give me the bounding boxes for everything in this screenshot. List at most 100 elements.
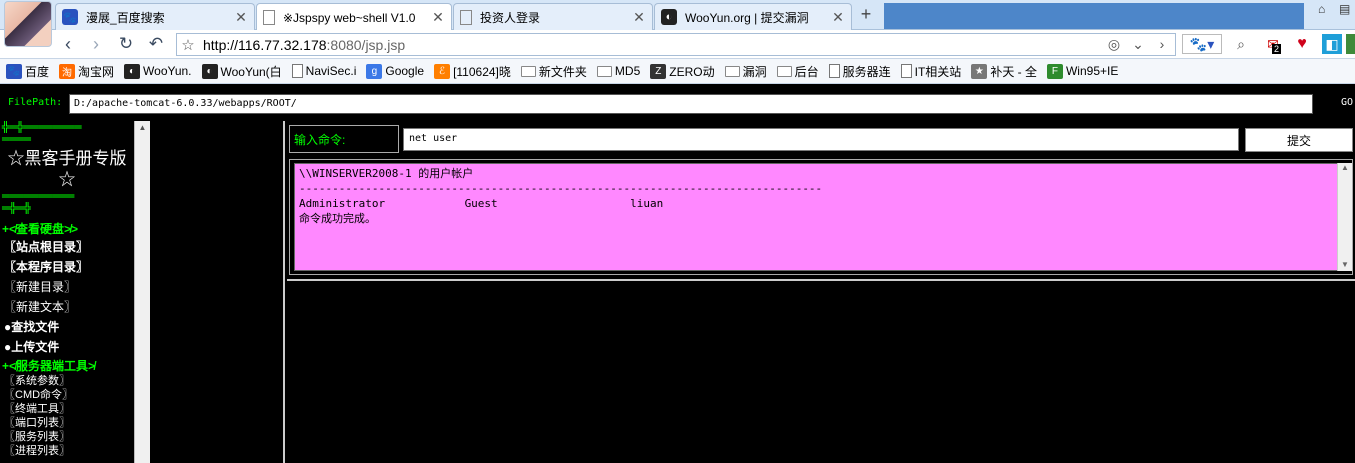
undo-button[interactable]: ↶ bbox=[144, 32, 168, 56]
sidebar-deco-bottom: ══════════ bbox=[2, 190, 75, 202]
command-input[interactable]: net user bbox=[403, 128, 1239, 151]
sidebar-scrollbar[interactable]: ▲ bbox=[134, 121, 150, 463]
tab-wooyun[interactable]: ◐ WooYun.org | 提交漏洞 ✕ bbox=[654, 3, 852, 30]
bookmark-label: 服务器连 bbox=[842, 64, 891, 79]
close-tab-icon[interactable]: ✕ bbox=[632, 9, 646, 26]
bookmark-label: Win95+IE bbox=[1065, 64, 1119, 78]
f-icon: F bbox=[1046, 63, 1063, 79]
output-line: Administrator Guest liuan bbox=[299, 197, 664, 210]
bookmark-label: IT相关站 bbox=[914, 64, 962, 79]
bookmark-google[interactable]: g Google bbox=[366, 63, 424, 79]
bookmark-label: 淘宝网 bbox=[78, 64, 115, 79]
tab-baidu-search[interactable]: 🐾 漫展_百度搜索 ✕ bbox=[55, 3, 255, 30]
sidebar-item-ports[interactable]: 〖端口列表〗 bbox=[0, 416, 149, 430]
chevron-down-icon[interactable]: ⌄ bbox=[1128, 34, 1148, 54]
folder-icon bbox=[776, 65, 792, 77]
scroll-down-icon[interactable]: ▼ bbox=[1338, 260, 1352, 269]
bookmark-backend[interactable]: 后台 bbox=[776, 63, 819, 80]
chevron-right-icon[interactable]: › bbox=[1152, 34, 1172, 54]
notification-count: 2 bbox=[1272, 44, 1282, 54]
sidebar-item-upload-file[interactable]: ●上传文件 bbox=[0, 337, 149, 357]
sidebar-deco-top: ╬═╬════════ bbox=[2, 121, 82, 133]
bookmark-md5[interactable]: MD5 bbox=[596, 64, 640, 78]
scroll-up-icon[interactable]: ▲ bbox=[1338, 163, 1352, 172]
bookmark-110624[interactable]: ℰ [110624]晓 bbox=[434, 63, 511, 80]
tab-title: 投资人登录 bbox=[480, 10, 541, 25]
user-avatar[interactable] bbox=[4, 1, 52, 47]
command-output[interactable]: \\WINSERVER2008-1 的用户帐户 -----------------… bbox=[294, 163, 1338, 271]
bookmark-label: 后台 bbox=[794, 64, 819, 79]
bookmark-taobao[interactable]: 淘淘宝网 bbox=[59, 63, 114, 80]
bookmark-vuln[interactable]: 漏洞 bbox=[724, 63, 767, 80]
sidebar-item-site-root[interactable]: 〖站点根目录〗 bbox=[0, 237, 149, 257]
refresh-button[interactable]: ↻ bbox=[114, 32, 138, 56]
bookmark-wooyun[interactable]: ◐ WooYun. bbox=[124, 63, 192, 79]
output-scrollbar[interactable]: ▲ ▼ bbox=[1337, 163, 1352, 271]
menu-icon[interactable]: ▤ bbox=[1339, 2, 1350, 16]
sidebar-item-program-dir[interactable]: 〖本程序目录〗 bbox=[0, 257, 149, 277]
bookmark-navisec[interactable]: NaviSec.i bbox=[291, 64, 356, 78]
sidebar-section-tools[interactable]: +≮服务器端工具≯ bbox=[0, 357, 149, 374]
favorite-heart-icon[interactable]: ♥ bbox=[1292, 34, 1312, 54]
go-button[interactable]: GO bbox=[1341, 97, 1353, 108]
folder-icon bbox=[596, 65, 612, 77]
close-tab-icon[interactable]: ✕ bbox=[431, 9, 445, 26]
search-icon[interactable]: ⌕ bbox=[1232, 34, 1250, 54]
forward-button[interactable]: › bbox=[84, 32, 108, 56]
output-line: ----------------------------------------… bbox=[299, 182, 823, 195]
url-text: http://116.77.32.178:8080/jsp.jsp bbox=[199, 37, 405, 53]
bookmark-it-sites[interactable]: IT相关站 bbox=[900, 63, 962, 80]
sidebar-item-new-text[interactable]: 〖新建文本〗 bbox=[0, 297, 149, 317]
bookmark-server[interactable]: 服务器连 bbox=[828, 63, 891, 80]
bookmark-wooyun-white[interactable]: ◐ WooYun(白 bbox=[201, 63, 282, 80]
bookmark-butian[interactable]: ★ 补天 - 全 bbox=[971, 63, 1037, 80]
filepath-bar: FilePath: D:/apache-tomcat-6.0.33/webapp… bbox=[0, 85, 1355, 120]
sidebar-item-new-dir[interactable]: 〖新建目录〗 bbox=[0, 277, 149, 297]
home-icon[interactable]: ⌂ bbox=[1318, 2, 1325, 16]
bookmark-new-folder[interactable]: 新文件夹 bbox=[520, 63, 587, 80]
page-icon bbox=[263, 10, 275, 25]
main-panel: 输入命令: net user 提交 \\WINSERVER2008-1 的用户帐… bbox=[287, 121, 1355, 463]
page-icon bbox=[291, 64, 303, 78]
command-row: 输入命令: net user 提交 bbox=[289, 125, 1353, 153]
close-tab-icon[interactable]: ✕ bbox=[831, 9, 845, 26]
bookmark-win95ie[interactable]: F Win95+IE bbox=[1046, 63, 1119, 79]
sidebar-item-cmd[interactable]: 〖CMD命令〗 bbox=[0, 388, 149, 402]
google-icon: g bbox=[366, 63, 383, 79]
sidebar-toggle-icon[interactable]: ◧ bbox=[1322, 34, 1342, 54]
bookmark-label: 漏洞 bbox=[742, 64, 767, 79]
extension-icon[interactable] bbox=[1346, 34, 1355, 54]
filepath-input[interactable]: D:/apache-tomcat-6.0.33/webapps/ROOT/ bbox=[69, 94, 1313, 114]
close-tab-icon[interactable]: ✕ bbox=[234, 9, 248, 26]
bookmark-label: [110624]晓 bbox=[453, 64, 511, 79]
sidebar-item-services[interactable]: 〖服务列表〗 bbox=[0, 430, 149, 444]
sidebar-item-sys-params[interactable]: 〖系统参数〗 bbox=[0, 374, 149, 388]
bookmark-zero[interactable]: Z ZERO动 bbox=[650, 63, 715, 80]
sidebar-item-terminal[interactable]: 〖终端工具〗 bbox=[0, 402, 149, 416]
command-label: 输入命令: bbox=[289, 125, 399, 153]
search-engine-selector[interactable]: 🐾▾ bbox=[1182, 34, 1222, 54]
wooyun-icon: ◐ bbox=[201, 63, 218, 79]
zero-icon: Z bbox=[650, 63, 667, 79]
sidebar-item-processes[interactable]: 〖进程列表〗 bbox=[0, 444, 149, 458]
page-icon bbox=[460, 9, 472, 25]
output-line: 命令成功完成。 bbox=[299, 212, 376, 225]
sidebar-deco-top-2: ════ bbox=[2, 133, 31, 145]
address-bar[interactable]: ☆ http://116.77.32.178:8080/jsp.jsp bbox=[176, 33, 1176, 56]
scroll-up-icon[interactable]: ▲ bbox=[135, 123, 150, 132]
compat-mode-icon[interactable]: ◎ bbox=[1104, 34, 1124, 54]
back-button[interactable]: ‹ bbox=[56, 32, 80, 56]
sidebar-item-find-file[interactable]: ●查找文件 bbox=[0, 317, 149, 337]
bookmark-baidu[interactable]: 🐾 百度 bbox=[6, 63, 49, 80]
bookmark-star-icon[interactable]: ☆ bbox=[177, 36, 199, 54]
sidebar-section-disk[interactable]: +≮查看硬盘≯> bbox=[0, 220, 149, 237]
submit-button[interactable]: 提交 bbox=[1245, 128, 1353, 152]
baidu-paw-icon: 🐾 bbox=[6, 63, 22, 79]
tab-jspspy-shell[interactable]: ※Jspspy web~shell V1.0 ✕ bbox=[256, 3, 452, 31]
bookmark-label: ZERO动 bbox=[669, 64, 715, 79]
secondary-frame bbox=[151, 121, 285, 463]
notification-icon[interactable]: ✉2 bbox=[1262, 34, 1284, 54]
new-tab-button[interactable]: + bbox=[854, 4, 878, 26]
bookmark-label: WooYun. bbox=[143, 64, 192, 78]
tab-investor-login[interactable]: 投资人登录 ✕ bbox=[453, 3, 653, 30]
